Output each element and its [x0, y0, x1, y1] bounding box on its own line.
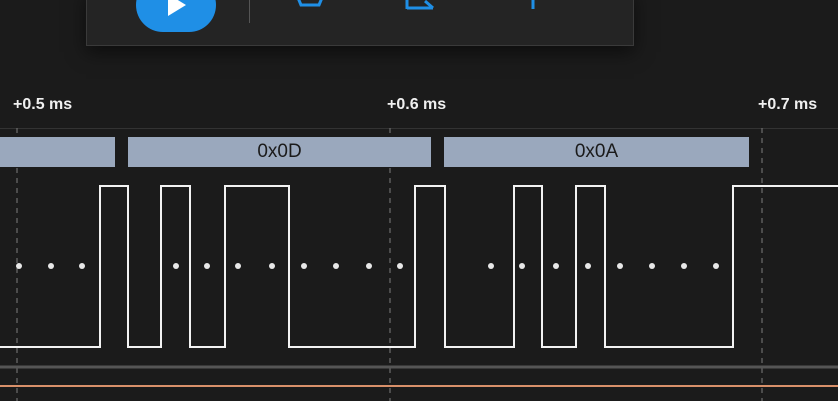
bit-dot — [649, 263, 655, 269]
bit-dots — [16, 263, 719, 269]
bit-dot — [519, 263, 525, 269]
decoded-frame-0x0d[interactable]: 0x0D — [128, 137, 431, 167]
bit-dot — [79, 263, 85, 269]
bit-dot — [366, 263, 372, 269]
signal-waveform — [0, 185, 838, 348]
bit-dot — [204, 263, 210, 269]
bit-dot — [488, 263, 494, 269]
decoded-frame-partial[interactable] — [0, 137, 115, 167]
bit-dot — [617, 263, 623, 269]
bit-dot — [681, 263, 687, 269]
bit-dot — [301, 263, 307, 269]
signal-canvas[interactable] — [0, 0, 838, 401]
bit-dot — [397, 263, 403, 269]
bit-dot — [269, 263, 275, 269]
bit-dot — [16, 263, 22, 269]
bit-dot — [48, 263, 54, 269]
bit-dot — [585, 263, 591, 269]
bit-dot — [333, 263, 339, 269]
bit-dot — [173, 263, 179, 269]
decoded-frame-0x0a[interactable]: 0x0A — [444, 137, 749, 167]
bit-dot — [235, 263, 241, 269]
bit-dot — [553, 263, 559, 269]
bit-dot — [713, 263, 719, 269]
